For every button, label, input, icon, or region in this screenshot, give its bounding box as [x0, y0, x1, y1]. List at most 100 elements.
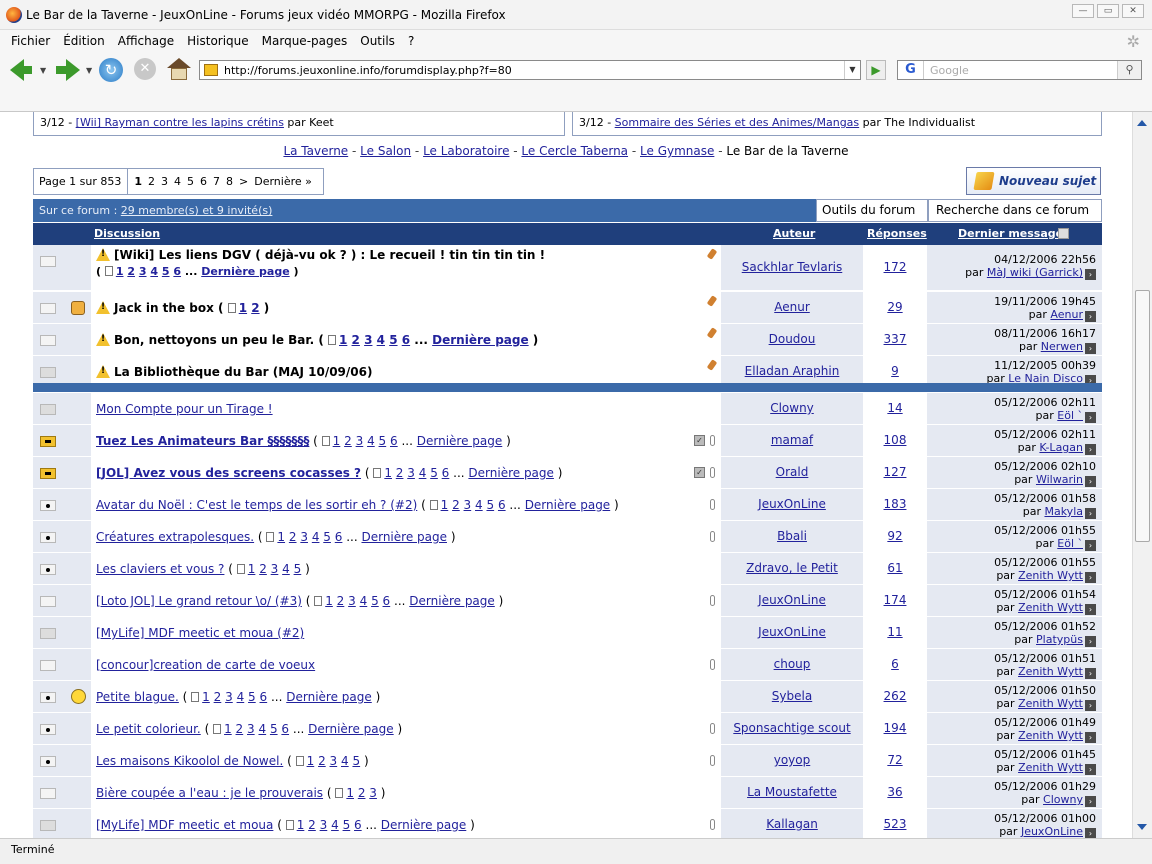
online-users-link[interactable]: 29 membre(s) et 9 invité(s) [121, 204, 273, 217]
go-to-last-post-icon[interactable]: › [1085, 572, 1096, 583]
go-to-last-post-icon[interactable]: › [1085, 732, 1096, 743]
page-link[interactable]: 6 [200, 175, 207, 188]
thread-page-link[interactable]: 5 [323, 530, 331, 544]
author-link[interactable]: choup [774, 657, 811, 671]
thread-page-link[interactable]: 2 [236, 722, 244, 736]
thread-title[interactable]: Les maisons Kikoolol de Nowel. [96, 754, 283, 768]
thread-page-link[interactable]: 3 [464, 498, 472, 512]
page-link[interactable]: 3 [161, 175, 168, 188]
url-history-dropdown[interactable]: ▼ [844, 61, 860, 79]
thread-page-link[interactable]: 1 [239, 301, 247, 315]
author-link[interactable]: Doudou [769, 332, 816, 346]
replies-link[interactable]: 183 [884, 497, 907, 511]
replies-link[interactable]: 72 [887, 753, 902, 767]
forum-tools-menu[interactable]: Outils du forum [816, 199, 928, 235]
thread-page-link[interactable]: 5 [379, 434, 387, 448]
reload-button[interactable]: ↻ [99, 58, 123, 82]
go-to-last-post-icon[interactable]: › [1085, 343, 1096, 354]
thread-page-link[interactable]: 1 [346, 786, 354, 800]
thread-page-link[interactable]: 4 [282, 562, 290, 576]
go-to-last-post-icon[interactable]: › [1085, 444, 1096, 455]
menu-affichage[interactable]: Affichage [118, 34, 174, 48]
author-link[interactable]: Sybela [772, 689, 812, 703]
menu-outils[interactable]: Outils [360, 34, 395, 48]
go-to-last-post-icon[interactable]: › [1085, 508, 1096, 519]
close-button[interactable]: ✕ [1122, 4, 1144, 18]
thread-page-link[interactable]: 6 [173, 265, 181, 278]
thread-page-link[interactable]: 6 [402, 333, 410, 347]
url-bar[interactable]: http://forums.jeuxonline.info/forumdispl… [199, 60, 861, 80]
thread-page-link[interactable]: 2 [396, 466, 404, 480]
maximize-button[interactable]: ▭ [1097, 4, 1119, 18]
thread-page-link[interactable]: 6 [260, 690, 268, 704]
thread-page-link[interactable]: 6 [281, 722, 289, 736]
thread-last-page-link[interactable]: Dernière page [381, 818, 467, 832]
thread-page-link[interactable]: 1 [325, 594, 333, 608]
replies-link[interactable]: 174 [884, 593, 907, 607]
thread-page-link[interactable]: 1 [277, 530, 285, 544]
thread-title[interactable]: Mon Compte pour un Tirage ! [96, 402, 273, 416]
thread-page-link[interactable]: 1 [116, 265, 124, 278]
menu-historique[interactable]: Historique [187, 34, 249, 48]
back-history-dropdown[interactable]: ▼ [40, 66, 46, 75]
forward-button[interactable] [54, 58, 80, 82]
thread-page-link[interactable]: 1 [224, 722, 232, 736]
thread-page-link[interactable]: 4 [150, 265, 158, 278]
thread-page-link[interactable]: 3 [407, 466, 415, 480]
thread-page-link[interactable]: 4 [475, 498, 483, 512]
thread-page-link[interactable]: 4 [237, 690, 245, 704]
last-poster-link[interactable]: K-Lagan [1039, 441, 1083, 454]
thread-page-link[interactable]: 2 [289, 530, 297, 544]
col-last-post[interactable]: Dernier message [958, 227, 1063, 240]
thread-page-link[interactable]: 2 [318, 754, 326, 768]
thread-title[interactable]: [JOL] Avez vous des screens cocasses ? [96, 466, 361, 480]
thread-page-link[interactable]: 2 [352, 333, 360, 347]
replies-link[interactable]: 6 [891, 657, 899, 671]
thread-page-link[interactable]: 3 [320, 818, 328, 832]
author-link[interactable]: Sackhlar Tevlaris [742, 260, 843, 274]
home-button[interactable] [167, 58, 191, 82]
thread-page-link[interactable]: 4 [360, 594, 368, 608]
thread-page-link[interactable]: 3 [330, 754, 338, 768]
stop-button[interactable]: ✕ [134, 58, 156, 80]
thread-title[interactable]: Le petit colorieur. [96, 722, 201, 736]
last-poster-link[interactable]: Platypüs [1036, 633, 1083, 646]
thread-page-link[interactable]: 5 [343, 818, 351, 832]
thread-page-link[interactable]: 2 [259, 562, 267, 576]
back-button[interactable] [8, 58, 34, 82]
replies-link[interactable]: 108 [884, 433, 907, 447]
last-page-link[interactable]: Dernière » [254, 175, 312, 188]
go-to-last-post-icon[interactable]: › [1085, 636, 1096, 647]
menu-edition[interactable]: Édition [63, 34, 105, 48]
thread-page-link[interactable]: 3 [369, 786, 377, 800]
go-to-last-post-icon[interactable]: › [1085, 604, 1096, 615]
thread-page-link[interactable]: 1 [339, 333, 347, 347]
thread-title[interactable]: Jack in the box [114, 301, 214, 315]
forum-search-menu[interactable]: Recherche dans ce forum [928, 199, 1102, 235]
replies-link[interactable]: 337 [884, 332, 907, 346]
last-poster-link[interactable]: MàJ wiki (Garrick) [987, 266, 1083, 279]
last-poster-link[interactable]: Eöl ` [1057, 409, 1083, 422]
thread-page-link[interactable]: 6 [354, 818, 362, 832]
replies-link[interactable]: 194 [884, 721, 907, 735]
minimize-button[interactable]: — [1072, 4, 1094, 18]
author-link[interactable]: Zdravo, le Petit [746, 561, 838, 575]
thread-page-link[interactable]: 3 [225, 690, 233, 704]
replies-link[interactable]: 11 [887, 625, 902, 639]
breadcrumb-item[interactable]: La Taverne [283, 144, 348, 158]
menu-marque-pages[interactable]: Marque-pages [262, 34, 348, 48]
thread-page-link[interactable]: 3 [348, 594, 356, 608]
thread-page-link[interactable]: 3 [356, 434, 364, 448]
go-to-last-post-icon[interactable]: › [1085, 412, 1096, 423]
thread-page-link[interactable]: 3 [300, 530, 308, 544]
thread-page-link[interactable]: 5 [430, 466, 438, 480]
thread-page-link[interactable]: 1 [202, 690, 210, 704]
last-poster-link[interactable]: Zenith Wytt [1018, 729, 1083, 742]
thread-page-link[interactable]: 3 [247, 722, 255, 736]
page-link[interactable]: 5 [187, 175, 194, 188]
thread-page-link[interactable]: 6 [498, 498, 506, 512]
search-bar[interactable]: G Google ⚲ [897, 60, 1142, 80]
col-replies[interactable]: Réponses [867, 227, 927, 240]
page-link[interactable]: 4 [174, 175, 181, 188]
page-link[interactable]: 8 [226, 175, 233, 188]
